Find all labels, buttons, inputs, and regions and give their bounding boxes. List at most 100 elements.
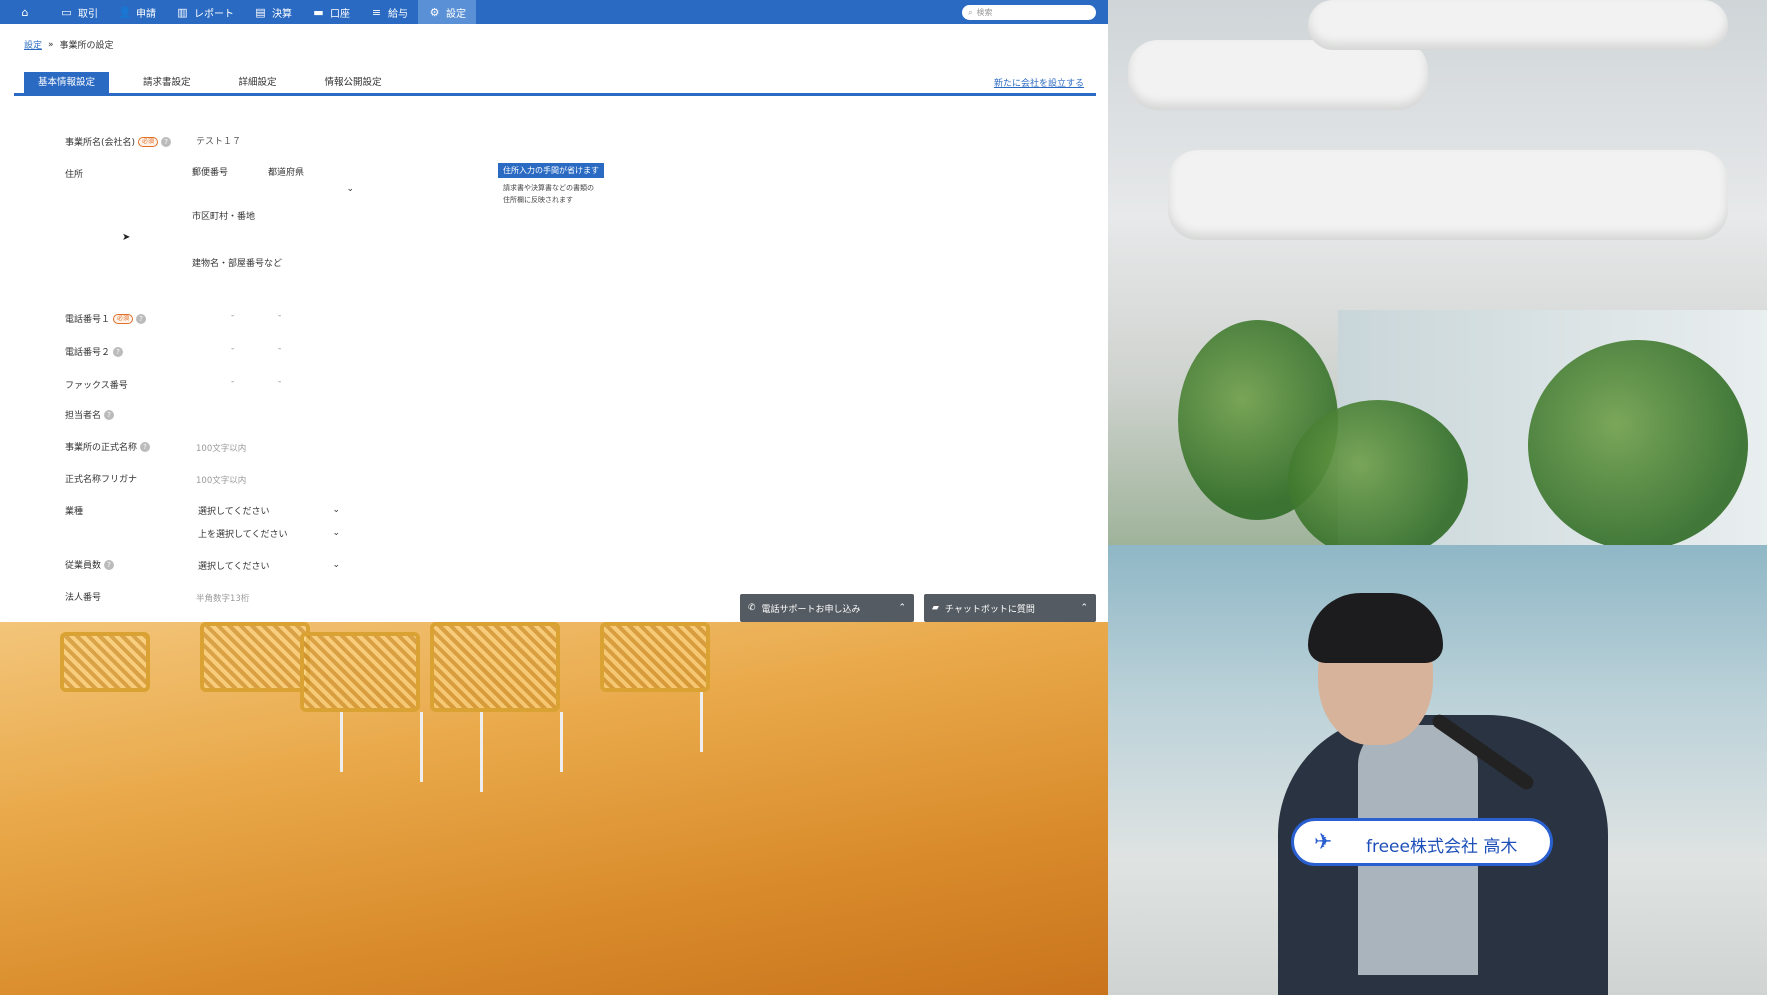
office-ceiling-photo (1108, 0, 1767, 545)
book-icon: ▤ (255, 5, 266, 19)
employees-label: 従業員数 ? (65, 558, 115, 571)
help-icon[interactable]: ? (161, 136, 172, 147)
building-label: 建物名・部屋番号など (192, 259, 283, 269)
chart-icon: ▥ (177, 5, 188, 19)
search-icon: ⌕ (968, 7, 973, 17)
chatbot-button[interactable]: ▰ チャットボットに質問 ⌃ (924, 594, 1096, 622)
search-placeholder: 検索 (976, 8, 993, 17)
help-icon[interactable]: ? (104, 559, 115, 570)
monitor-icon: ▭ (61, 5, 72, 19)
name-caption: ✈ freee株式会社 高木 (1291, 818, 1553, 866)
official-kana-label: 正式名称フリガナ (65, 475, 138, 485)
industry-select-primary[interactable]: 選択してください ⌄ (198, 501, 340, 519)
contact-name-label: 担当者名 ? (65, 408, 115, 421)
nav-shinsei[interactable]: 👤 申請 (108, 0, 166, 24)
tab-disclosure[interactable]: 情報公開設定 (311, 72, 396, 93)
select-value: 選択してください (198, 561, 270, 572)
ceiling-duct (1128, 40, 1428, 110)
cafe-floor-photo (0, 622, 1108, 995)
plant (1528, 340, 1748, 545)
nav-kyuyo[interactable]: ≡ 給与 (360, 0, 418, 24)
employees-select[interactable]: 選択してください ⌄ (198, 556, 340, 574)
help-icon[interactable]: ? (104, 409, 115, 420)
city-label: 市区町村・番地 (192, 212, 256, 222)
nav-torihiki[interactable]: ▭ 取引 (50, 0, 108, 24)
chevron-up-icon: ⌃ (898, 603, 906, 613)
phone-dash: - (278, 311, 282, 321)
freee-logo-icon: ✈ (1314, 830, 1333, 855)
phone2-label: 電話番号２ ? (65, 345, 124, 358)
phone-support-button[interactable]: ✆ 電話サポートお申し込み ⌃ (740, 594, 914, 622)
ceiling-duct (1308, 0, 1728, 50)
breadcrumb-settings-link[interactable]: 設定 (24, 38, 42, 51)
presenter-webcam: ✈ freee株式会社 高木 (1108, 545, 1767, 995)
tab-basic-info[interactable]: 基本情報設定 (24, 72, 110, 93)
required-badge: 必須 (113, 313, 134, 324)
chair-leg (420, 712, 423, 782)
company-name-field[interactable]: テスト１７ (196, 134, 241, 147)
prefecture-select[interactable]: ⌄ (268, 180, 354, 198)
presenter-hair (1308, 593, 1443, 663)
chair-leg (480, 712, 483, 792)
phone1-label-text: 電話番号１ (65, 315, 111, 325)
chair (200, 622, 310, 692)
chat-bubble-icon: ▰ (932, 603, 939, 613)
chair-leg (700, 692, 703, 752)
nav-label: 取引 (78, 8, 98, 20)
nav-home[interactable]: ⌂ (0, 0, 50, 24)
city-input[interactable] (192, 224, 392, 242)
chevron-down-icon: ⌄ (346, 184, 354, 194)
company-name-label: 事業所名(会社名) 必須 ? (65, 135, 172, 148)
chair (430, 622, 560, 712)
breadcrumb-separator: » (48, 39, 54, 50)
company-name-label-text: 事業所名(会社名) (65, 138, 136, 148)
tab-invoice[interactable]: 請求書設定 (129, 72, 205, 93)
building-input[interactable] (192, 271, 392, 289)
phone-support-label: 電話サポートお申し込み (761, 604, 861, 615)
tab-details[interactable]: 詳細設定 (225, 72, 291, 93)
card-icon: ▬ (313, 5, 324, 19)
chevron-down-icon: ⌄ (332, 560, 340, 570)
chair-leg (340, 712, 343, 772)
chevron-up-icon: ⌃ (1080, 603, 1088, 613)
chevron-down-icon: ⌄ (332, 528, 340, 538)
nav-label: 決算 (272, 8, 292, 20)
industry-label: 業種 (65, 507, 84, 517)
gear-icon: ⚙ (429, 5, 440, 19)
tip-line: 住所欄に反映されます (503, 196, 573, 204)
contact-name-label-text: 担当者名 (65, 411, 102, 421)
select-value: 選択してください (198, 506, 270, 517)
phone1-label: 電話番号１ 必須 ? (65, 312, 147, 325)
settings-tabs: 基本情報設定 請求書設定 詳細設定 情報公開設定 新たに会社を設立する (14, 72, 1096, 96)
corporate-number-input[interactable]: 半角数字13桁 (196, 592, 249, 604)
official-name-input[interactable]: 100文字以内 (196, 442, 246, 454)
nav-settei[interactable]: ⚙ 設定 (418, 0, 476, 24)
official-kana-input[interactable]: 100文字以内 (196, 474, 246, 486)
help-icon[interactable]: ? (113, 346, 124, 357)
address-tip-text: 請求書や決算書などの書類の 住所欄に反映されます (503, 182, 594, 206)
home-icon: ⌂ (21, 5, 29, 19)
nav-label: レポート (194, 8, 234, 20)
prefecture-label: 都道府県 (268, 168, 305, 178)
nav-report[interactable]: ▥ レポート (166, 0, 244, 24)
help-icon[interactable]: ? (136, 313, 147, 324)
chevron-down-icon: ⌄ (332, 505, 340, 515)
phone-dash: - (278, 344, 282, 354)
chair-leg (560, 712, 563, 772)
nav-koza[interactable]: ▬ 口座 (302, 0, 360, 24)
search-input[interactable]: ⌕ 検索 (962, 5, 1096, 20)
nav-label: 設定 (446, 8, 466, 20)
chair (600, 622, 710, 692)
nav-kessan[interactable]: ▤ 決算 (244, 0, 302, 24)
select-value: 上を選択してください (198, 529, 288, 540)
breadcrumb: 設定 » 事業所の設定 (24, 38, 114, 52)
new-company-link[interactable]: 新たに会社を設立する (994, 76, 1084, 89)
phone-dash: - (231, 311, 235, 321)
top-navigation: ⌂ ▭ 取引 👤 申請 ▥ レポート ▤ 決算 ▬ 口座 ≡ 給与 ⚙ 設定 ⌕… (0, 0, 1108, 24)
nav-label: 給与 (388, 8, 408, 20)
phone-dash: - (231, 344, 235, 354)
help-icon[interactable]: ? (140, 441, 151, 452)
industry-select-secondary[interactable]: 上を選択してください ⌄ (198, 524, 340, 542)
postal-code-input[interactable] (192, 180, 262, 198)
ceiling-duct (1168, 150, 1728, 240)
